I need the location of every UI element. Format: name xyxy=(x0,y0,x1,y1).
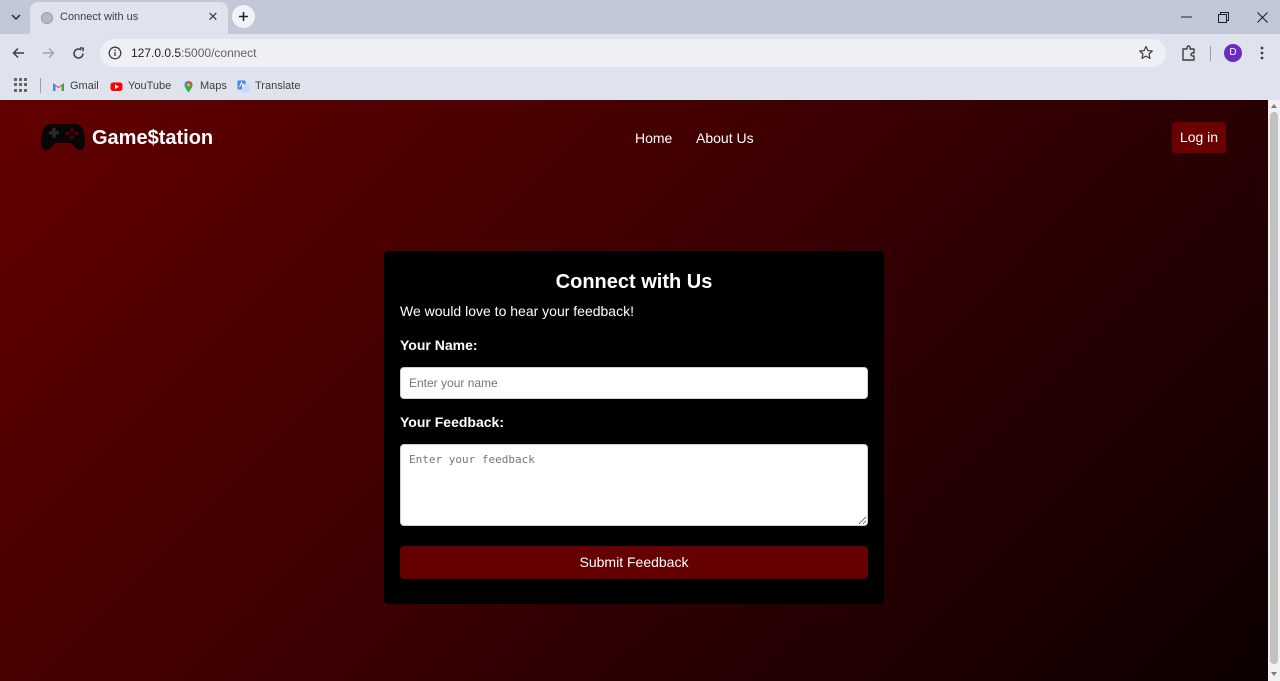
extensions-puzzle-icon[interactable] xyxy=(1179,43,1199,63)
feedback-textarea[interactable] xyxy=(400,444,868,526)
browser-tab[interactable]: Connect with us ✕ xyxy=(30,2,228,34)
reload-button[interactable] xyxy=(68,43,88,63)
gamepad-icon[interactable] xyxy=(40,120,86,154)
scroll-up-arrow-icon[interactable] xyxy=(1271,104,1277,108)
close-tab-icon[interactable]: ✕ xyxy=(206,10,220,24)
browser-toolbar: 127.0.0.5:5000/connect D xyxy=(0,34,1280,72)
close-window-button[interactable] xyxy=(1251,7,1273,27)
youtube-icon xyxy=(110,82,123,91)
name-input[interactable] xyxy=(400,367,868,399)
bookmark-gmail[interactable]: Gmail xyxy=(52,77,99,95)
page-scrollbar[interactable] xyxy=(1268,100,1280,681)
bookmark-label: Gmail xyxy=(70,80,99,92)
new-tab-button[interactable] xyxy=(232,5,255,28)
bookmarks-bar: Gmail YouTube Maps Translate xyxy=(0,72,1280,100)
arrow-left-icon xyxy=(11,47,24,59)
form-title: Connect with Us xyxy=(555,271,713,293)
feedback-field-label: Your Feedback: xyxy=(400,414,504,430)
bookmark-star-icon[interactable] xyxy=(1138,45,1154,61)
bookmark-youtube[interactable]: YouTube xyxy=(110,77,171,95)
bookmark-label: Maps xyxy=(200,80,227,92)
page-viewport: Game$tation Home About Us Log in Connect… xyxy=(0,100,1268,681)
bookmarks-divider xyxy=(40,78,41,93)
tab-title: Connect with us xyxy=(60,11,139,23)
restore-window-button[interactable] xyxy=(1212,7,1234,27)
feedback-form-card: Connect with Us We would love to hear yo… xyxy=(384,251,884,604)
address-bar[interactable]: 127.0.0.5:5000/connect xyxy=(100,39,1166,67)
nav-link-home[interactable]: Home xyxy=(635,130,672,146)
browser-menu-icon[interactable] xyxy=(1254,43,1270,63)
apps-grid-icon[interactable] xyxy=(14,78,28,92)
browser-tabstrip: Connect with us ✕ xyxy=(0,0,1280,34)
forward-button[interactable] xyxy=(38,43,58,63)
plus-icon xyxy=(239,12,248,21)
url-path: :5000/connect xyxy=(181,46,257,60)
tab-search-chevron-icon[interactable] xyxy=(6,8,26,26)
minimize-window-button[interactable] xyxy=(1175,7,1197,27)
profile-avatar[interactable]: D xyxy=(1224,44,1242,62)
bookmark-maps[interactable]: Maps xyxy=(182,77,227,95)
nav-link-about-us[interactable]: About Us xyxy=(696,130,754,146)
scroll-down-arrow-icon[interactable] xyxy=(1271,672,1277,676)
translate-icon xyxy=(237,80,250,92)
url-text[interactable]: 127.0.0.5:5000/connect xyxy=(131,46,256,60)
maps-icon xyxy=(184,80,193,92)
scrollbar-thumb[interactable] xyxy=(1270,112,1278,664)
bookmark-label: YouTube xyxy=(128,80,172,92)
reload-icon xyxy=(72,46,84,59)
form-subtitle: We would love to hear your feedback! xyxy=(400,303,634,319)
gmail-icon xyxy=(53,82,64,91)
bookmark-label: Translate xyxy=(255,80,301,92)
arrow-right-icon xyxy=(42,47,55,59)
bookmark-translate[interactable]: Translate xyxy=(237,77,300,95)
back-button[interactable] xyxy=(8,43,28,63)
submit-feedback-button[interactable]: Submit Feedback xyxy=(400,546,868,579)
globe-icon xyxy=(41,12,53,24)
name-field-label: Your Name: xyxy=(400,337,478,353)
site-brand[interactable]: Game$tation xyxy=(92,127,213,150)
toolbar-divider xyxy=(1210,46,1211,61)
login-button[interactable]: Log in xyxy=(1172,122,1226,153)
url-host: 127.0.0.5 xyxy=(131,46,182,60)
site-info-icon[interactable] xyxy=(108,46,122,60)
